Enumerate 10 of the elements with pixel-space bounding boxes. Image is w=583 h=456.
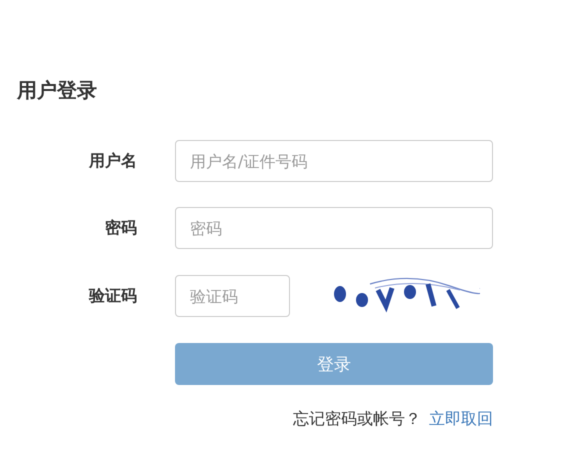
retrieve-link[interactable]: 立即取回 [429,409,493,430]
input-field[interactable]: 密码 [175,207,493,249]
field-label: 用户名 [88,150,137,172]
input-field[interactable]: 用户名/证件号码 [175,140,493,182]
field-label: 验证码 [88,286,137,306]
captcha-field[interactable]: 验证码 [175,275,290,317]
page-title: 用户登录 [17,77,98,104]
login-button[interactable]: 登录 [175,343,493,385]
forgot-text: 忘记密码或帐号？ [293,409,421,430]
field-label: 密码 [104,218,137,238]
